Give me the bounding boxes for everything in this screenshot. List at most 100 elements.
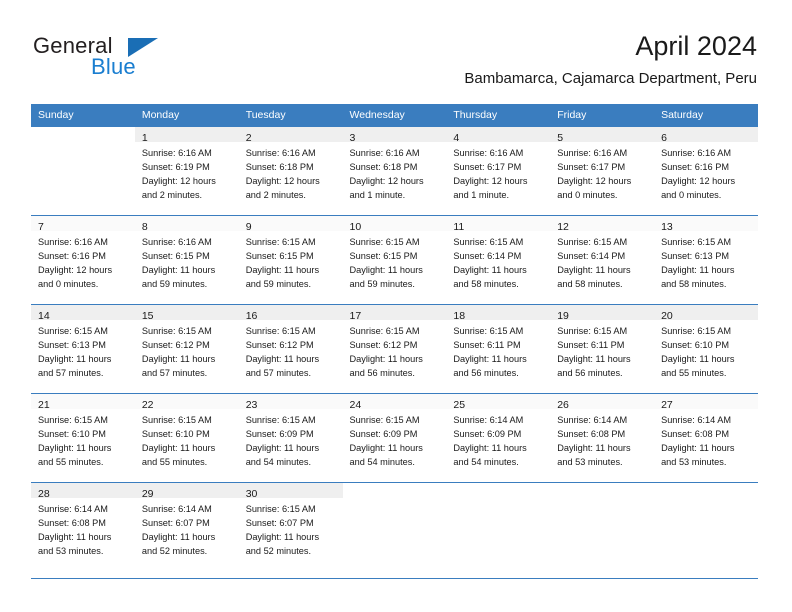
calendar-day-cell[interactable]: 14 Sunrise: 6:15 AM Sunset: 6:13 PM Dayligh… [31,304,135,393]
general-blue-logo[interactable]: General Blue [33,33,213,85]
day-details: Sunrise: 6:15 AM Sunset: 6:10 PM Daylight:… [31,409,135,469]
calendar-day-cell[interactable]: 24 Sunrise: 6:15 AM Sunset: 6:09 PM Dayligh… [342,393,447,482]
calendar-day-cell[interactable]: 30 Sunrise: 6:15 AM Sunset: 6:07 PM Dayligh… [238,482,343,571]
calendar-day-cell[interactable]: 20 Sunrise: 6:15 AM Sunset: 6:10 PM Dayligh… [654,304,758,393]
calendar-day-cell[interactable]: 16 Sunrise: 6:15 AM Sunset: 6:12 PM Dayligh… [238,304,343,393]
sunset-text: Sunset: 6:12 PM [141,340,210,350]
sunset-text: Sunset: 6:09 PM [453,429,522,439]
day-details: Sunrise: 6:16 AM Sunset: 6:18 PM Daylight:… [239,142,343,202]
weekday-header-tuesday: Tuesday [238,104,343,126]
calendar-day-cell[interactable]: 7 Sunrise: 6:16 AM Sunset: 6:16 PM Daylight… [31,215,135,304]
day-number: 28 [38,488,50,500]
daylight-text-line1: Daylight: 11 hours [141,443,216,453]
day-number-bar: 6 [654,127,758,144]
day-number: 18 [453,310,466,322]
calendar-bottom-rule [31,578,758,579]
sunset-text: Sunset: 6:13 PM [38,340,106,350]
day-number-bar: 2 [238,127,343,144]
daylight-text-line2: and 55 minutes. [141,457,208,467]
daylight-text-line1: Daylight: 11 hours [141,532,216,542]
sunrise-text: Sunrise: 6:16 AM [141,237,212,247]
calendar-day-cell[interactable]: 19 Sunrise: 6:15 AM Sunset: 6:11 PM Dayligh… [550,304,655,393]
calendar-day-cell[interactable]: 25 Sunrise: 6:14 AM Sunset: 6:09 PM Dayligh… [446,393,551,482]
sunset-text: Sunset: 6:18 PM [245,162,314,172]
calendar-day-cell[interactable]: 1 Sunrise: 6:16 AM Sunset: 6:19 PM Daylight… [134,126,239,215]
calendar-day-cell[interactable]: 15 Sunrise: 6:15 AM Sunset: 6:12 PM Dayligh… [134,304,239,393]
sunrise-text: Sunrise: 6:15 AM [349,415,420,425]
calendar-day-cell[interactable]: 18 Sunrise: 6:15 AM Sunset: 6:11 PM Dayligh… [446,304,551,393]
daylight-text-line2: and 59 minutes. [245,279,312,289]
day-number-bar: 13 [654,216,758,233]
daylight-text-line2: and 59 minutes. [141,279,208,289]
daylight-text-line2: and 57 minutes. [245,368,312,378]
page-header: General Blue April 2024 Bambamarca, Caja… [0,0,792,100]
calendar-header-row: Sunday Monday Tuesday Wednesday Thursday… [31,104,758,126]
weekday-header-thursday: Thursday [446,104,551,126]
sunset-text: Sunset: 6:16 PM [661,162,729,172]
sunrise-text: Sunrise: 6:16 AM [453,148,524,158]
daylight-text-line2: and 52 minutes. [141,546,208,556]
calendar-day-cell[interactable]: 6 Sunrise: 6:16 AM Sunset: 6:16 PM Daylight… [654,126,758,215]
day-number: 20 [661,310,673,322]
calendar-day-cell[interactable]: 12 Sunrise: 6:15 AM Sunset: 6:14 PM Dayligh… [550,215,655,304]
calendar-day-cell[interactable]: 23 Sunrise: 6:15 AM Sunset: 6:09 PM Dayligh… [238,393,343,482]
sunrise-text: Sunrise: 6:15 AM [557,326,628,336]
day-details: Sunrise: 6:15 AM Sunset: 6:10 PM Daylight:… [654,320,758,380]
sunrise-text: Sunrise: 6:15 AM [661,326,732,336]
sunrise-text: Sunrise: 6:15 AM [245,415,316,425]
daylight-text-line2: and 53 minutes. [557,457,623,467]
day-number-bar: 25 [446,394,551,411]
logo-text-blue: Blue [91,54,136,79]
day-number-bar: 3 [342,127,447,144]
day-number-bar: 20 [654,305,758,322]
daylight-text-line2: and 53 minutes. [38,546,104,556]
sunset-text: Sunset: 6:15 PM [349,251,418,261]
daylight-text-line2: and 0 minutes. [38,279,99,289]
day-details: Sunrise: 6:14 AM Sunset: 6:08 PM Daylight:… [550,409,654,469]
day-number: 26 [557,399,569,411]
calendar-empty-cell [31,126,135,215]
page-title: April 2024 [635,31,757,61]
day-number: 11 [453,221,465,233]
day-number: 5 [557,132,564,144]
calendar-day-cell[interactable]: 4 Sunrise: 6:16 AM Sunset: 6:17 PM Daylight… [446,126,551,215]
calendar-day-cell[interactable]: 8 Sunrise: 6:16 AM Sunset: 6:15 PM Daylight… [134,215,239,304]
daylight-text-line1: Daylight: 11 hours [661,265,735,275]
page-subtitle: Bambamarca, Cajamarca Department, Peru [464,70,757,87]
daylight-text-line1: Daylight: 12 hours [141,176,216,186]
sunset-text: Sunset: 6:19 PM [141,162,210,172]
daylight-text-line1: Daylight: 11 hours [557,354,631,364]
day-number-bar: 14 [31,305,135,322]
daylight-text-line1: Daylight: 11 hours [245,532,320,542]
calendar-day-cell[interactable]: 3 Sunrise: 6:16 AM Sunset: 6:18 PM Daylight… [342,126,447,215]
sunrise-text: Sunrise: 6:15 AM [38,415,108,425]
sunset-text: Sunset: 6:18 PM [349,162,418,172]
calendar-day-cell[interactable]: 2 Sunrise: 6:16 AM Sunset: 6:18 PM Daylight… [238,126,343,215]
calendar-day-cell[interactable]: 28 Sunrise: 6:14 AM Sunset: 6:08 PM Dayligh… [31,482,135,571]
sunset-text: Sunset: 6:16 PM [38,251,106,261]
calendar-day-cell[interactable]: 17 Sunrise: 6:15 AM Sunset: 6:12 PM Dayligh… [342,304,447,393]
daylight-text-line2: and 57 minutes. [38,368,104,378]
calendar-week-row: 28 Sunrise: 6:14 AM Sunset: 6:08 PM Dayligh… [31,482,758,571]
calendar-day-cell[interactable]: 26 Sunrise: 6:14 AM Sunset: 6:08 PM Dayligh… [550,393,655,482]
day-details: Sunrise: 6:16 AM Sunset: 6:16 PM Daylight:… [654,142,758,202]
day-details: Sunrise: 6:15 AM Sunset: 6:15 PM Daylight:… [343,231,447,291]
day-details: Sunrise: 6:15 AM Sunset: 6:09 PM Daylight:… [343,409,447,469]
calendar-day-cell[interactable]: 22 Sunrise: 6:15 AM Sunset: 6:10 PM Dayligh… [134,393,239,482]
calendar-day-cell[interactable]: 5 Sunrise: 6:16 AM Sunset: 6:17 PM Daylight… [550,126,655,215]
sunrise-text: Sunrise: 6:16 AM [557,148,628,158]
calendar-day-cell[interactable]: 10 Sunrise: 6:15 AM Sunset: 6:15 PM Dayligh… [342,215,447,304]
daylight-text-line2: and 54 minutes. [349,457,415,467]
day-number: 9 [245,221,252,233]
day-number: 12 [557,221,569,233]
calendar-day-cell[interactable]: 27 Sunrise: 6:14 AM Sunset: 6:08 PM Dayligh… [654,393,758,482]
day-number-bar: 16 [238,305,343,322]
calendar-day-cell[interactable]: 13 Sunrise: 6:15 AM Sunset: 6:13 PM Dayligh… [654,215,758,304]
day-number-bar: 11 [446,216,551,233]
calendar-day-cell[interactable]: 29 Sunrise: 6:14 AM Sunset: 6:07 PM Dayligh… [134,482,239,571]
day-details: Sunrise: 6:15 AM Sunset: 6:11 PM Daylight:… [446,320,550,380]
calendar-day-cell[interactable]: 9 Sunrise: 6:15 AM Sunset: 6:15 PM Daylight… [238,215,343,304]
calendar-day-cell[interactable]: 21 Sunrise: 6:15 AM Sunset: 6:10 PM Dayligh… [31,393,135,482]
sunrise-text: Sunrise: 6:15 AM [453,326,524,336]
calendar-day-cell[interactable]: 11 Sunrise: 6:15 AM Sunset: 6:14 PM Dayligh… [446,215,551,304]
